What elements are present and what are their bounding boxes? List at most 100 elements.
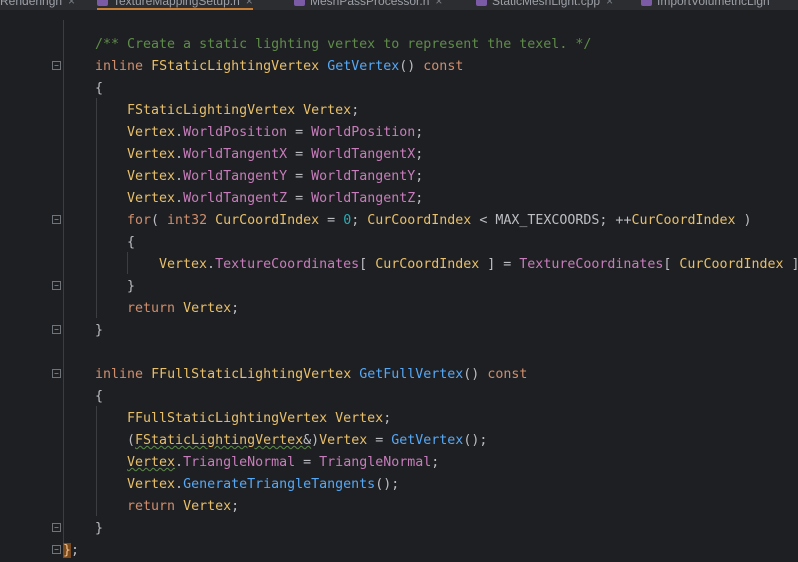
variable: Vertex (127, 477, 176, 492)
close-icon[interactable]: × (68, 0, 75, 8)
fold-collapse-icon[interactable] (52, 369, 61, 378)
variable: Vertex (127, 125, 176, 140)
field: WorldPosition (183, 125, 288, 140)
gutter (0, 10, 72, 562)
code-line: Vertex.TriangleNormal = TriangleNormal; (127, 455, 440, 470)
field: WorldTangentX (183, 147, 288, 162)
variable: CurCoordIndex (367, 213, 472, 228)
tab-label: TextureMappingSetup.h (113, 0, 240, 8)
brace: { (127, 235, 136, 250)
doc-comment: /** Create a static lighting vertex to r… (95, 37, 592, 52)
keyword: return (127, 499, 176, 514)
variable: CurCoordIndex (679, 257, 784, 272)
variable: Vertex (319, 433, 368, 448)
tab-static-mesh-light[interactable]: StaticMeshLight.cpp × (476, 0, 613, 10)
code-line: FStaticLightingVertex Vertex; (127, 103, 360, 118)
code-line: for( int32 CurCoordIndex = 0; CurCoordIn… (127, 213, 752, 228)
brace: } (95, 521, 104, 536)
code-editor[interactable]: /** Create a static lighting vertex to r… (0, 10, 798, 562)
tab-mesh-pass-processor[interactable]: MeshPassProcessor.h × (294, 0, 442, 10)
code-line: { (95, 386, 103, 408)
fold-end-icon[interactable] (52, 545, 61, 554)
fold-end-icon[interactable] (52, 281, 61, 290)
type-name: FStaticLightingVertex (151, 59, 320, 74)
indent-guide (63, 20, 64, 546)
code-line: { (95, 78, 103, 100)
macro-constant: MAX_TEXCOORDS (495, 213, 600, 228)
type-name: FFullStaticLightingVertex (127, 411, 328, 426)
code-line: Vertex.WorldPosition = WorldPosition; (127, 125, 424, 140)
variable: Vertex (127, 455, 176, 470)
code-line: }; (63, 543, 80, 558)
source-file-icon (476, 0, 487, 6)
code-line: /** Create a static lighting vertex to r… (95, 34, 591, 56)
code-line: inline FStaticLightingVertex GetVertex()… (95, 59, 464, 74)
brace: } (95, 323, 104, 338)
indent-guide (96, 406, 97, 516)
function-name: GetVertex (327, 59, 400, 74)
code-line: Vertex.WorldTangentZ = WorldTangentZ; (127, 191, 424, 206)
tab-import-volumetric-lightmap[interactable]: ImportVolumetricLigh (641, 0, 770, 10)
function-call: GetVertex (391, 433, 464, 448)
fold-collapse-icon[interactable] (52, 215, 61, 224)
field: WorldPosition (311, 125, 416, 140)
type-name: FFullStaticLightingVertex (151, 367, 352, 382)
keyword: inline (95, 59, 144, 74)
fold-end-icon[interactable] (52, 523, 61, 532)
keyword: const (423, 59, 464, 74)
variable: CurCoordIndex (215, 213, 320, 228)
tab-texture-mapping-setup[interactable]: TextureMappingSetup.h × (97, 0, 253, 10)
variable: Vertex (127, 147, 176, 162)
tab-label: xRenderingh (0, 0, 63, 8)
code-line: FFullStaticLightingVertex Vertex; (127, 411, 392, 426)
code-line: { (127, 232, 135, 254)
variable: CurCoordIndex (631, 213, 736, 228)
code-line: inline FFullStaticLightingVertex GetFull… (95, 367, 528, 382)
fold-collapse-icon[interactable] (52, 61, 61, 70)
variable: Vertex (335, 411, 384, 426)
matched-brace: } (63, 543, 72, 558)
indent-guide (96, 98, 97, 318)
keyword: int32 (167, 213, 208, 228)
keyword: for (127, 213, 152, 228)
tab-label: StaticMeshLight.cpp (492, 0, 601, 8)
code-line: } (95, 518, 103, 540)
variable: Vertex (303, 103, 352, 118)
code-line: } (95, 320, 103, 342)
close-icon[interactable]: × (246, 0, 253, 8)
type-name: FStaticLightingVertex (135, 433, 304, 448)
code-line: Vertex.GenerateTriangleTangents(); (127, 477, 400, 492)
field: WorldTangentY (311, 169, 416, 184)
variable: Vertex (127, 191, 176, 206)
function-name: GetFullVertex (359, 367, 464, 382)
editor-tab-bar: xRenderingh × TextureMappingSetup.h × Mesh… (0, 0, 798, 10)
source-file-icon (641, 0, 652, 6)
variable: Vertex (183, 499, 232, 514)
field: TextureCoordinates (519, 257, 664, 272)
field: WorldTangentY (183, 169, 288, 184)
indent-guide (127, 252, 128, 274)
code-line: } (127, 276, 135, 298)
variable: Vertex (159, 257, 208, 272)
field: TextureCoordinates (215, 257, 360, 272)
field: WorldTangentX (311, 147, 416, 162)
variable: Vertex (183, 301, 232, 316)
code-line: Vertex.WorldTangentX = WorldTangentX; (127, 147, 424, 162)
brace: } (127, 279, 136, 294)
keyword: const (487, 367, 528, 382)
brace: { (95, 81, 104, 96)
keyword: return (127, 301, 176, 316)
fold-end-icon[interactable] (52, 325, 61, 334)
tab-rendering[interactable]: xRenderingh × (0, 0, 75, 10)
field: WorldTangentZ (311, 191, 416, 206)
header-file-icon (97, 0, 108, 6)
header-file-icon (294, 0, 305, 6)
close-icon[interactable]: × (606, 0, 613, 8)
tab-label: ImportVolumetricLigh (657, 0, 770, 8)
function-call: GenerateTriangleTangents (183, 477, 376, 492)
code-line: Vertex.WorldTangentY = WorldTangentY; (127, 169, 424, 184)
close-icon[interactable]: × (435, 0, 442, 8)
code-line: return Vertex; (127, 301, 240, 316)
code-line: Vertex.TextureCoordinates[ CurCoordIndex… (159, 257, 798, 272)
code-line: return Vertex; (127, 499, 240, 514)
